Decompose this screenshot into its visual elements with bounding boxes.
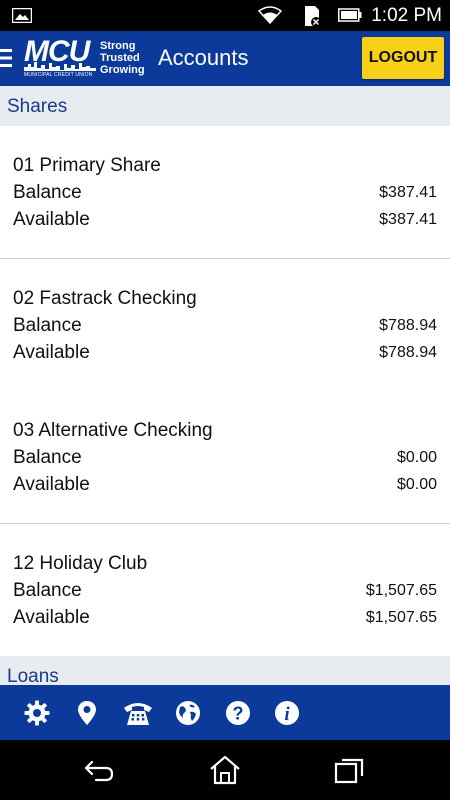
section-title: Shares xyxy=(7,96,68,117)
phone-icon[interactable] xyxy=(122,699,154,727)
balance-value: $788.94 xyxy=(379,317,437,334)
available-row: Available $387.41 xyxy=(13,209,437,231)
tagline-line: Strong xyxy=(100,40,136,52)
section-title: Loans xyxy=(7,666,59,685)
logout-button[interactable]: LOGOUT xyxy=(362,37,444,79)
available-row: Available $0.00 xyxy=(13,474,437,496)
tagline-line: Growing xyxy=(100,64,145,76)
balance-value: $1,507.65 xyxy=(365,582,437,599)
available-value: $788.94 xyxy=(379,344,437,361)
back-icon[interactable] xyxy=(82,754,116,786)
account-name: 03 Alternative Checking xyxy=(13,420,213,441)
available-label: Available xyxy=(13,607,90,628)
mcu-logo[interactable]: MCU MUNICIPAL CREDIT UNION Strong Truste… xyxy=(22,37,146,81)
available-label: Available xyxy=(13,474,90,495)
section-header-shares: Shares xyxy=(0,86,450,126)
account-name: 02 Fastrack Checking xyxy=(13,288,197,309)
account-item[interactable]: 12 Holiday Club Balance $1,507.65 Availa… xyxy=(0,524,450,657)
globe-icon[interactable] xyxy=(174,699,202,727)
account-item[interactable]: 03 Alternative Checking Balance $0.00 Av… xyxy=(0,391,450,524)
balance-row: Balance $0.00 xyxy=(13,447,437,469)
info-icon[interactable]: i xyxy=(273,699,301,727)
balance-label: Balance xyxy=(13,315,82,336)
svg-text:?: ? xyxy=(233,704,244,724)
available-value: $387.41 xyxy=(379,211,437,228)
bottom-toolbar: ? i xyxy=(0,685,450,740)
logo-tagline: Strong Trusted Growing xyxy=(100,40,150,76)
home-icon[interactable] xyxy=(208,754,242,786)
tagline-line: Trusted xyxy=(100,52,140,64)
balance-label: Balance xyxy=(13,447,82,468)
skyline-graphic xyxy=(24,62,96,71)
wifi-icon xyxy=(258,6,282,24)
status-bar: 1:02 PM xyxy=(0,0,450,31)
settings-icon[interactable] xyxy=(23,699,51,727)
page-title: Accounts xyxy=(158,45,249,70)
svg-text:i: i xyxy=(284,704,290,725)
available-value: $1,507.65 xyxy=(365,609,437,626)
account-name: 12 Holiday Club xyxy=(13,553,148,574)
menu-icon[interactable] xyxy=(0,46,14,70)
available-label: Available xyxy=(13,342,90,363)
sim-card-icon xyxy=(305,6,321,27)
status-time: 1:02 PM xyxy=(371,5,442,26)
available-row: Available $1,507.65 xyxy=(13,607,437,629)
balance-row: Balance $387.41 xyxy=(13,182,437,204)
recent-apps-icon[interactable] xyxy=(333,754,367,786)
balance-value: $387.41 xyxy=(379,184,437,201)
logo-subtext: MUNICIPAL CREDIT UNION xyxy=(24,72,93,78)
account-item[interactable]: 01 Primary Share Balance $387.41 Availab… xyxy=(0,126,450,259)
account-item[interactable]: 02 Fastrack Checking Balance $788.94 Ava… xyxy=(0,259,450,392)
image-notification-icon xyxy=(12,8,32,23)
help-icon[interactable]: ? xyxy=(224,699,252,727)
available-row: Available $788.94 xyxy=(13,342,437,364)
available-label: Available xyxy=(13,209,90,230)
balance-value: $0.00 xyxy=(396,449,437,466)
account-name: 01 Primary Share xyxy=(13,155,161,176)
balance-row: Balance $788.94 xyxy=(13,315,437,337)
app-header: MCU MUNICIPAL CREDIT UNION Strong Truste… xyxy=(0,31,450,86)
section-header-loans: Loans xyxy=(0,656,450,685)
balance-label: Balance xyxy=(13,580,82,601)
system-nav-bar xyxy=(0,740,450,800)
location-icon[interactable] xyxy=(73,699,101,727)
balance-label: Balance xyxy=(13,182,82,203)
balance-row: Balance $1,507.65 xyxy=(13,580,437,602)
battery-icon xyxy=(338,8,362,22)
available-value: $0.00 xyxy=(396,476,437,493)
